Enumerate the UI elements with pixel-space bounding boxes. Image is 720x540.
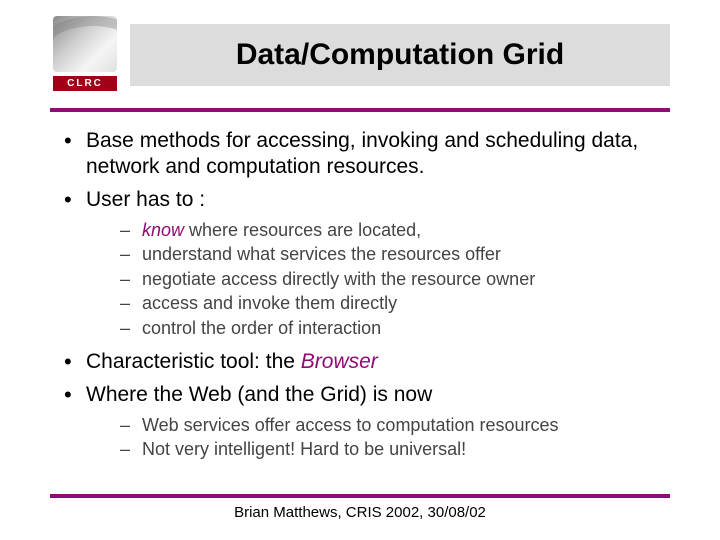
- logo-text: CLRC: [53, 76, 117, 91]
- divider-top: [50, 108, 670, 112]
- bullet-3-accent: Browser: [301, 350, 378, 373]
- header: CLRC Data/Computation Grid: [0, 0, 720, 110]
- sub-bullet-2-2: understand what services the resources o…: [120, 243, 670, 266]
- sub-bullet-4-1: Web services offer access to computation…: [120, 414, 670, 437]
- logo-swoosh-icon: [53, 16, 117, 72]
- bullet-2-text: User has to :: [86, 188, 205, 211]
- sub-bullet-2-4: access and invoke them directly: [120, 292, 670, 315]
- bullet-3: Characteristic tool: the Browser: [60, 349, 670, 375]
- sub-bullet-2-5: control the order of interaction: [120, 317, 670, 340]
- bullet-3-text: Characteristic tool: the: [86, 350, 301, 373]
- slide: CLRC Data/Computation Grid Base methods …: [0, 0, 720, 540]
- title-bar: Data/Computation Grid: [130, 24, 670, 86]
- sub-bullet-2-1-rest: where resources are located,: [184, 220, 421, 240]
- sub-bullet-2-1: know where resources are located,: [120, 219, 670, 242]
- slide-title: Data/Computation Grid: [236, 38, 564, 72]
- slide-body: Base methods for accessing, invoking and…: [60, 128, 670, 480]
- footer: Brian Matthews, CRIS 2002, 30/08/02: [0, 504, 720, 521]
- bullet-1: Base methods for accessing, invoking and…: [60, 128, 670, 181]
- sub-bullet-2-1-accent: know: [142, 220, 184, 240]
- sub-bullet-4-2: Not very intelligent! Hard to be univers…: [120, 438, 670, 461]
- bullet-2: User has to : know where resources are l…: [60, 187, 670, 340]
- sub-bullet-2-3: negotiate access directly with the resou…: [120, 268, 670, 291]
- bullet-4: Where the Web (and the Grid) is now Web …: [60, 382, 670, 461]
- divider-bottom: [50, 494, 670, 498]
- bullet-4-text: Where the Web (and the Grid) is now: [86, 383, 432, 406]
- logo: CLRC: [50, 16, 120, 96]
- bullet-1-text: Base methods for accessing, invoking and…: [86, 129, 638, 178]
